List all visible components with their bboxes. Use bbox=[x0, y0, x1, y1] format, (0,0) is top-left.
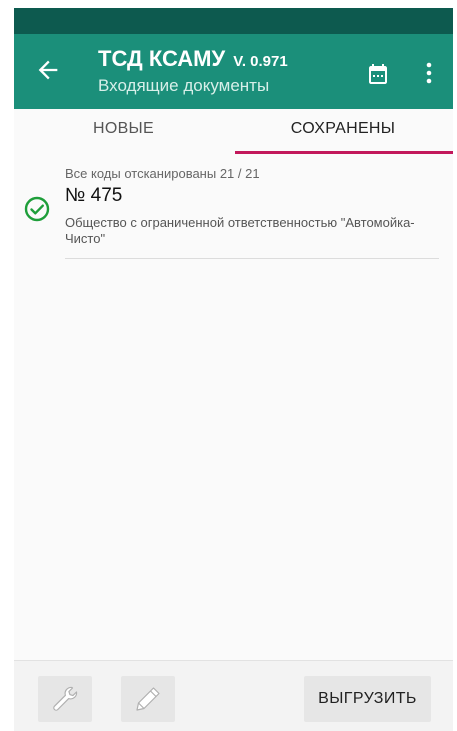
scan-status: Все коды отсканированы 21 / 21 bbox=[65, 166, 260, 181]
tab-saved[interactable]: СОХРАНЕНЫ bbox=[233, 109, 453, 156]
settings-button[interactable] bbox=[38, 676, 92, 722]
document-list-item[interactable]: Все коды отсканированы 21 / 21 № 475 Общ… bbox=[14, 160, 453, 260]
bottom-toolbar: ВЫГРУЗИТЬ bbox=[14, 660, 453, 731]
tab-bar: НОВЫЕ СОХРАНЕНЫ bbox=[14, 109, 453, 156]
app-title-text: ТСД КСАМУ bbox=[98, 46, 226, 71]
app-screen: ТСД КСАМУ V. 0.971 Входящие документы НОВ… bbox=[14, 8, 453, 731]
pencil-icon bbox=[136, 687, 160, 711]
app-bar: ТСД КСАМУ V. 0.971 Входящие документы bbox=[14, 34, 453, 109]
edit-button[interactable] bbox=[121, 676, 175, 722]
wrench-icon bbox=[53, 686, 78, 711]
tab-new[interactable]: НОВЫЕ bbox=[14, 109, 233, 156]
document-number: № 475 bbox=[65, 185, 123, 206]
check-circle-icon bbox=[24, 196, 50, 222]
calendar-icon[interactable] bbox=[366, 62, 390, 86]
app-version: V. 0.971 bbox=[233, 53, 288, 70]
organization-name: Общество с ограниченной ответственностью… bbox=[65, 215, 415, 246]
arrow-left-icon[interactable] bbox=[34, 56, 62, 84]
more-vertical-icon[interactable] bbox=[417, 60, 441, 86]
upload-button[interactable]: ВЫГРУЗИТЬ bbox=[304, 676, 431, 722]
status-bar bbox=[14, 8, 453, 34]
screen-subtitle: Входящие документы bbox=[98, 76, 270, 95]
app-title: ТСД КСАМУ V. 0.971 bbox=[98, 46, 288, 72]
list-divider bbox=[65, 258, 439, 259]
